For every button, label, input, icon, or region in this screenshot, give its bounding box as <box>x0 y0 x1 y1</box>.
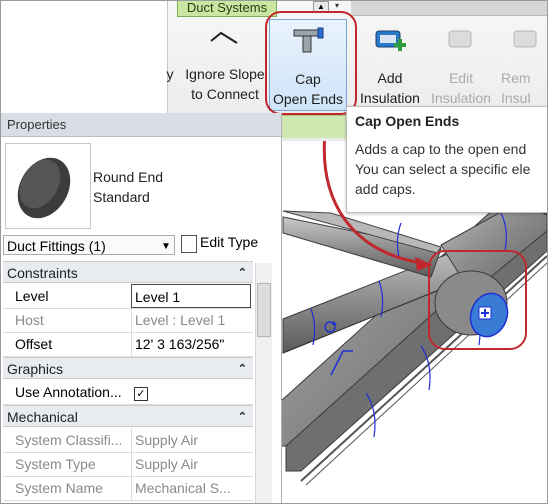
section-title: Graphics <box>7 361 64 377</box>
section-title: Mechanical <box>7 409 78 425</box>
tooltip-text: Adds a cap to the open end <box>355 141 527 157</box>
ribbon-button-label: Insulation <box>360 90 420 106</box>
type-preview <box>5 143 91 229</box>
section-title: Constraints <box>7 265 78 281</box>
ribbon-button-label: Add <box>377 70 403 86</box>
ribbon-header-strip <box>351 1 547 16</box>
type-filter-dropdown[interactable]: Duct Fittings (1) <box>3 235 175 255</box>
use-annotation-checkbox[interactable]: ✓ <box>131 380 251 404</box>
property-label: Level <box>15 288 49 304</box>
ribbon-button-label: Insul <box>501 90 531 106</box>
round-end-cap-icon <box>17 157 71 219</box>
host-value: Level : Level 1 <box>131 308 251 332</box>
tooltip-text: You can select a specific ele <box>355 161 531 177</box>
chevron-down-icon[interactable]: ▼ <box>161 241 171 252</box>
edit-insulation-button[interactable]: Edit Insulation <box>429 19 493 111</box>
properties-palette: Properties Round End Standard Duct Fitti… <box>1 113 282 503</box>
ribbon-button-label: Edit <box>448 70 474 86</box>
property-label: System Type <box>15 456 96 472</box>
palette-title: Properties <box>1 113 281 137</box>
ribbon-button-label: Rem <box>501 70 531 86</box>
type-filter-value: Duct Fittings (1) <box>7 238 106 254</box>
cap-button-highlight <box>265 11 357 115</box>
remove-insulation-button[interactable]: Rem Insul <box>501 19 547 111</box>
system-type-value: Supply Air <box>131 452 251 476</box>
tab-duct-systems[interactable]: Duct Systems <box>177 1 277 17</box>
edit-type-icon[interactable] <box>181 235 197 253</box>
level-field[interactable]: Level 1 <box>131 284 251 308</box>
system-name-value: Mechanical S... <box>131 476 251 500</box>
system-classification-value: Supply Air <box>131 428 251 452</box>
collapse-icon[interactable]: ⌃ <box>238 358 247 380</box>
section-mechanical[interactable]: Mechanical ⌃ <box>3 405 253 427</box>
property-row-level[interactable]: Level Level 1 <box>3 284 253 309</box>
section-constraints[interactable]: Constraints ⌃ <box>3 261 253 283</box>
type-family-name: Round End <box>93 169 164 185</box>
remove-insulation-icon <box>513 30 537 48</box>
add-insulation-icon <box>375 30 406 51</box>
app-window: Duct Systems ▲ ▾ y Ignore Slope to Conne… <box>0 0 548 504</box>
tooltip: Cap Open Ends Adds a cap to the open end… <box>346 106 547 213</box>
checkbox-check-icon: ✓ <box>134 387 148 401</box>
ignore-slope-button[interactable]: Ignore Slope to Connect <box>183 19 267 111</box>
ribbon-button-label: Ignore Slope <box>185 66 265 82</box>
edit-insulation-icon <box>448 30 472 48</box>
offset-field[interactable]: 12' 3 163/256" <box>131 332 251 356</box>
property-row-offset[interactable]: Offset 12' 3 163/256" <box>3 332 253 357</box>
ribbon-button-label: to Connect <box>191 86 259 102</box>
edit-type-button[interactable]: Edit Type <box>200 234 258 250</box>
property-label: Host <box>15 312 44 328</box>
add-insulation-button[interactable]: Add Insulation <box>353 19 427 111</box>
property-label: System Name <box>15 480 103 496</box>
property-row-system-name: System Name Mechanical S... <box>3 476 253 501</box>
property-row-system-type: System Type Supply Air <box>3 452 253 477</box>
section-graphics[interactable]: Graphics ⌃ <box>3 357 253 379</box>
ribbon-button-label: y <box>166 66 174 82</box>
scrollbar-thumb[interactable] <box>257 283 271 337</box>
property-label: System Classifi... <box>15 432 123 448</box>
type-name: Standard <box>93 189 150 205</box>
slope-icon <box>210 31 238 44</box>
tooltip-title: Cap Open Ends <box>355 113 460 129</box>
ribbon-button-label: Insulation <box>431 90 491 106</box>
property-label: Use Annotation... <box>15 384 122 400</box>
collapse-icon[interactable]: ⌃ <box>238 406 247 428</box>
collapse-icon[interactable]: ⌃ <box>238 262 247 284</box>
property-row-use-annotation[interactable]: Use Annotation... ✓ <box>3 380 253 405</box>
property-row-system-classification: System Classifi... Supply Air <box>3 428 253 453</box>
tooltip-text: add caps. <box>355 181 416 197</box>
chevron-down-icon[interactable]: ▾ <box>335 1 339 10</box>
property-label: Offset <box>15 336 53 352</box>
property-row-host: Host Level : Level 1 <box>3 308 253 333</box>
